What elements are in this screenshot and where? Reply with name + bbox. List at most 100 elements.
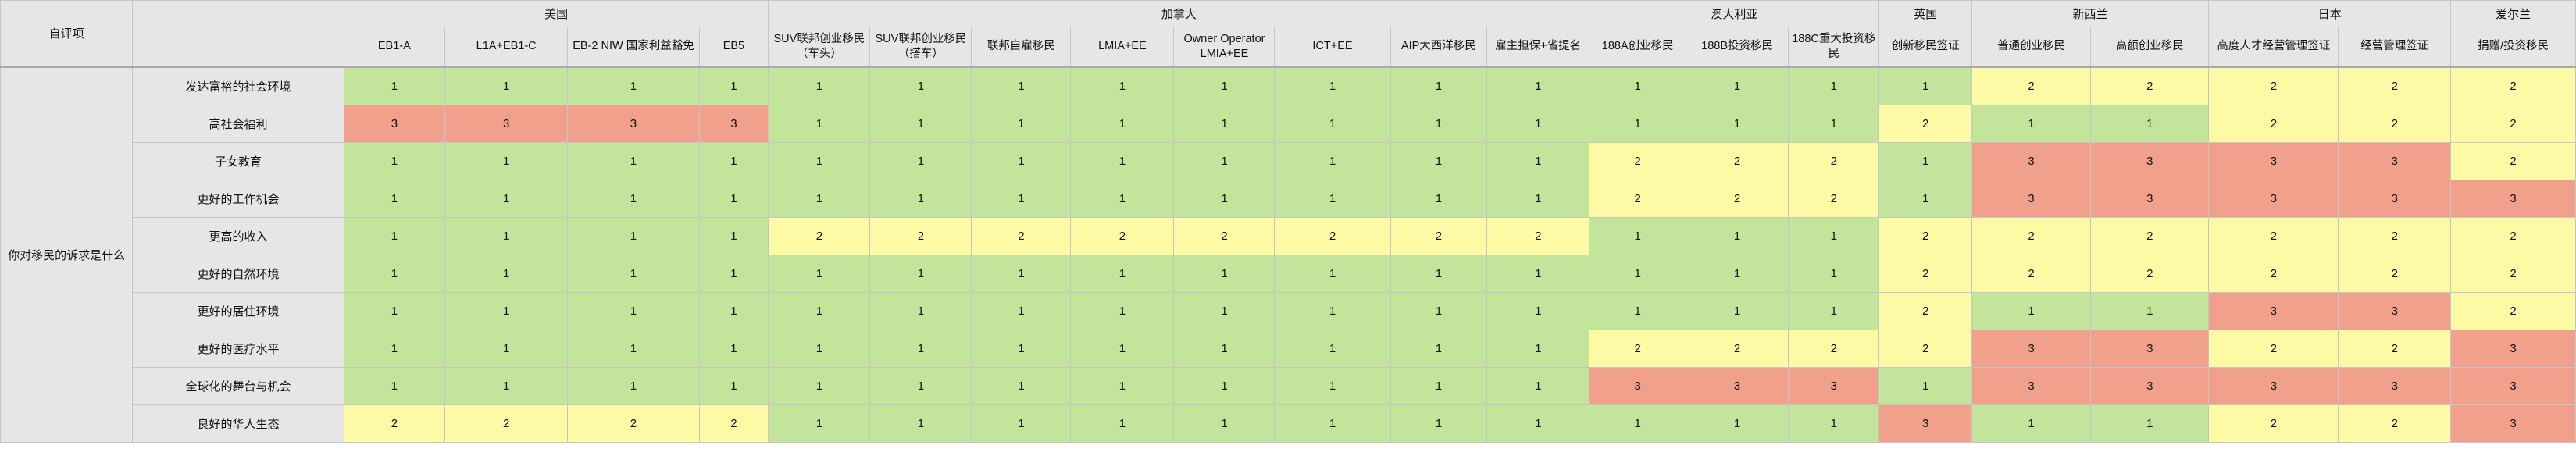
- score-cell[interactable]: 1: [343, 217, 445, 255]
- score-cell[interactable]: 1: [768, 367, 871, 405]
- score-cell[interactable]: 1: [1878, 180, 1972, 218]
- score-cell[interactable]: 3: [2208, 292, 2339, 330]
- score-cell[interactable]: 1: [869, 367, 972, 405]
- score-cell[interactable]: 1: [869, 105, 972, 143]
- score-cell[interactable]: 1: [1686, 292, 1789, 330]
- score-cell[interactable]: 2: [1589, 142, 1687, 180]
- score-cell[interactable]: 1: [2090, 105, 2210, 143]
- score-cell[interactable]: 3: [2090, 142, 2210, 180]
- score-cell[interactable]: 1: [1173, 142, 1276, 180]
- score-cell[interactable]: 1: [1589, 404, 1687, 443]
- score-cell[interactable]: 1: [1173, 367, 1276, 405]
- score-cell[interactable]: 1: [698, 292, 769, 330]
- score-cell[interactable]: 1: [869, 66, 972, 105]
- score-cell[interactable]: 1: [1788, 66, 1880, 105]
- score-cell[interactable]: 1: [1274, 255, 1391, 293]
- score-cell[interactable]: 2: [567, 404, 700, 443]
- score-cell[interactable]: 1: [698, 255, 769, 293]
- score-cell[interactable]: 2: [2450, 255, 2576, 293]
- score-cell[interactable]: 2: [869, 217, 972, 255]
- score-cell[interactable]: 1: [768, 105, 871, 143]
- score-cell[interactable]: 1: [1971, 105, 2092, 143]
- score-cell[interactable]: 1: [1173, 255, 1276, 293]
- score-cell[interactable]: 1: [1390, 330, 1488, 368]
- score-cell[interactable]: 2: [1390, 217, 1488, 255]
- score-cell[interactable]: 1: [1173, 66, 1276, 105]
- score-cell[interactable]: 1: [343, 292, 445, 330]
- score-cell[interactable]: 2: [343, 404, 445, 443]
- score-cell[interactable]: 2: [2208, 105, 2339, 143]
- score-cell[interactable]: 3: [1788, 367, 1880, 405]
- score-cell[interactable]: 1: [1070, 255, 1175, 293]
- score-cell[interactable]: 2: [1686, 330, 1789, 368]
- score-cell[interactable]: 1: [1070, 105, 1175, 143]
- score-cell[interactable]: 1: [567, 180, 700, 218]
- score-cell[interactable]: 1: [1589, 66, 1687, 105]
- score-cell[interactable]: 1: [1390, 66, 1488, 105]
- score-cell[interactable]: 3: [698, 105, 769, 143]
- score-cell[interactable]: 1: [869, 180, 972, 218]
- score-cell[interactable]: 1: [444, 367, 569, 405]
- score-cell[interactable]: 1: [869, 255, 972, 293]
- score-cell[interactable]: 1: [971, 66, 1072, 105]
- score-cell[interactable]: 1: [971, 105, 1072, 143]
- score-cell[interactable]: 3: [2450, 180, 2576, 218]
- score-cell[interactable]: 2: [1589, 330, 1687, 368]
- score-cell[interactable]: 1: [567, 330, 700, 368]
- score-cell[interactable]: 2: [1788, 142, 1880, 180]
- score-cell[interactable]: 1: [971, 292, 1072, 330]
- score-cell[interactable]: 1: [1486, 180, 1590, 218]
- score-cell[interactable]: 1: [1390, 255, 1488, 293]
- score-cell[interactable]: 2: [1788, 180, 1880, 218]
- score-cell[interactable]: 1: [343, 255, 445, 293]
- score-cell[interactable]: 3: [2450, 367, 2576, 405]
- score-cell[interactable]: 1: [1686, 105, 1789, 143]
- score-cell[interactable]: 1: [1274, 142, 1391, 180]
- score-cell[interactable]: 1: [1486, 66, 1590, 105]
- score-cell[interactable]: 2: [1788, 330, 1880, 368]
- score-cell[interactable]: 1: [1486, 255, 1590, 293]
- score-cell[interactable]: 2: [2208, 404, 2339, 443]
- score-cell[interactable]: 2: [2208, 66, 2339, 105]
- score-cell[interactable]: 3: [1686, 367, 1789, 405]
- score-cell[interactable]: 1: [1070, 142, 1175, 180]
- score-cell[interactable]: 1: [2090, 292, 2210, 330]
- score-cell[interactable]: 2: [2338, 66, 2452, 105]
- score-cell[interactable]: 1: [1971, 404, 2092, 443]
- score-cell[interactable]: 1: [1390, 367, 1488, 405]
- score-cell[interactable]: 2: [2450, 142, 2576, 180]
- score-cell[interactable]: 1: [343, 66, 445, 105]
- score-cell[interactable]: 2: [1070, 217, 1175, 255]
- score-cell[interactable]: 2: [1589, 180, 1687, 218]
- score-cell[interactable]: 3: [2090, 180, 2210, 218]
- score-cell[interactable]: 2: [2338, 217, 2452, 255]
- score-cell[interactable]: 1: [1686, 66, 1789, 105]
- score-cell[interactable]: 1: [698, 180, 769, 218]
- score-cell[interactable]: 1: [1390, 105, 1488, 143]
- score-cell[interactable]: 1: [444, 142, 569, 180]
- score-cell[interactable]: 3: [343, 105, 445, 143]
- score-cell[interactable]: 1: [698, 142, 769, 180]
- score-cell[interactable]: 3: [2208, 180, 2339, 218]
- score-cell[interactable]: 2: [2208, 255, 2339, 293]
- score-cell[interactable]: 1: [1878, 367, 1972, 405]
- score-cell[interactable]: 1: [1788, 292, 1880, 330]
- score-cell[interactable]: 1: [869, 292, 972, 330]
- score-cell[interactable]: 1: [1173, 330, 1276, 368]
- score-cell[interactable]: 2: [2450, 105, 2576, 143]
- score-cell[interactable]: 2: [444, 404, 569, 443]
- score-cell[interactable]: 2: [1971, 66, 2092, 105]
- score-cell[interactable]: 1: [1788, 217, 1880, 255]
- score-cell[interactable]: 1: [1070, 404, 1175, 443]
- score-cell[interactable]: 2: [2338, 404, 2452, 443]
- score-cell[interactable]: 2: [1173, 217, 1276, 255]
- score-cell[interactable]: 2: [2090, 255, 2210, 293]
- score-cell[interactable]: 2: [2208, 330, 2339, 368]
- score-cell[interactable]: 1: [1274, 292, 1391, 330]
- score-cell[interactable]: 1: [698, 330, 769, 368]
- score-cell[interactable]: 2: [2090, 217, 2210, 255]
- score-cell[interactable]: 1: [1274, 180, 1391, 218]
- score-cell[interactable]: 1: [343, 142, 445, 180]
- score-cell[interactable]: 2: [1878, 105, 1972, 143]
- score-cell[interactable]: 1: [1390, 142, 1488, 180]
